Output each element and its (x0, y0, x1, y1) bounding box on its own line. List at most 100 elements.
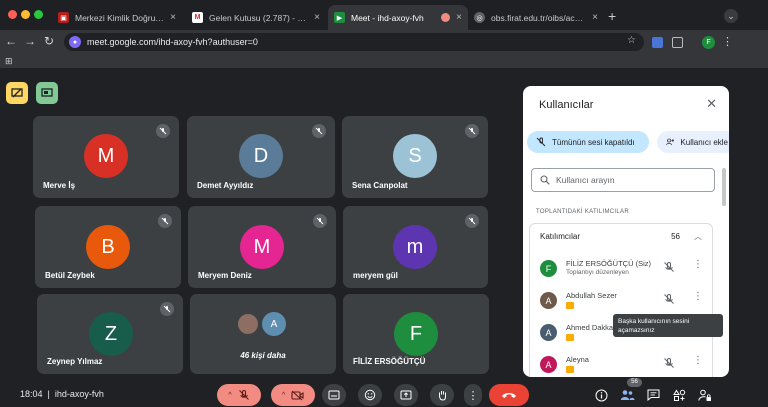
avatar: B (86, 225, 130, 269)
participant-tile[interactable]: M Meryem Deniz (188, 206, 336, 288)
tab-close-icon[interactable]: × (170, 12, 176, 23)
others-tile[interactable]: A 46 kişi daha (190, 294, 336, 374)
reactions-button[interactable] (358, 384, 382, 406)
chevron-up-icon[interactable]: ^ (282, 392, 285, 399)
list-item[interactable]: F FİLİZ ERSÖĞÜTÇÜ (Siz) Toplantıyı düzen… (530, 252, 712, 284)
separator: | (45, 389, 53, 399)
camera-toggle-button[interactable]: ^ (271, 384, 315, 406)
address-bar: ← → ↻ ● meet.google.com/ihd-axoy-fvh?aut… (0, 30, 768, 54)
participants-list: Katılımcılar 56 ︿ F FİLİZ ERSÖĞÜTÇÜ (Siz… (529, 223, 713, 377)
host-controls-button[interactable] (696, 386, 714, 404)
participant-tile[interactable]: D Demet Ayyıldız (187, 116, 335, 198)
more-vert-icon: ⋮ (467, 389, 479, 402)
tab-close-icon[interactable]: × (456, 12, 462, 23)
tab-gmail[interactable]: M Gelen Kutusu (2.787) - ferso × (186, 5, 326, 30)
others-count: 46 kişi daha (240, 351, 286, 360)
list-item[interactable]: A Abdullah Sezer ⋮ (530, 284, 712, 316)
tab-obs[interactable]: ◎ obs.firat.edu.tr/oibs/acd/inde × (468, 5, 604, 30)
more-options-button[interactable]: ⋮ (464, 384, 482, 406)
extension-translate-icon[interactable] (652, 37, 663, 48)
meeting-info-button[interactable] (592, 386, 610, 404)
participant-name: Ahmed Dakka (566, 323, 614, 332)
mic-off-icon[interactable] (663, 261, 675, 273)
raised-hand-badge-icon (566, 334, 574, 341)
participants-count-badge: 56 (627, 378, 642, 387)
tab-title: Merkezi Kimlik Doğrulama Se (75, 12, 164, 23)
participant-role: Toplantıyı düzenleyen (566, 269, 629, 276)
avatar: m (393, 225, 437, 269)
forward-arrow-icon[interactable]: → (22, 34, 38, 48)
lock-person-icon (698, 389, 711, 401)
meeting-time: 18:04 (20, 389, 43, 399)
list-label: Katılımcılar (540, 231, 581, 241)
more-options-icon[interactable]: ⋮ (693, 291, 703, 302)
layout-chip-icon[interactable] (36, 82, 58, 104)
leave-call-button[interactable] (489, 384, 529, 406)
tab-search-chevron-icon[interactable]: ⌄ (724, 9, 738, 23)
list-item[interactable]: A Aleyna ⋮ (530, 348, 712, 377)
reload-icon[interactable]: ↻ (41, 34, 57, 48)
mute-all-button[interactable]: Tümünün sesi kapatıldı (527, 131, 649, 153)
camera-off-icon (291, 390, 304, 400)
hang-up-icon (502, 393, 516, 398)
panel-scrollbar[interactable] (722, 168, 726, 206)
mic-toggle-button[interactable]: ^ (217, 384, 261, 406)
tab-title: Meet - ihd-axoy-fvh (351, 12, 424, 23)
meeting-clock: 18:04 | ihd-axoy-fvh (20, 389, 104, 399)
url-text[interactable]: meet.google.com/ihd-axoy-fvh?authuser=0 (87, 37, 258, 47)
search-input[interactable]: Kullanıcı arayın (531, 168, 715, 192)
chevron-up-icon[interactable]: ︿ (694, 231, 702, 242)
participant-tile[interactable]: S Sena Canpolat (342, 116, 488, 198)
more-options-icon[interactable]: ⋮ (693, 259, 703, 270)
profile-avatar[interactable]: F (702, 36, 715, 49)
chat-button[interactable] (644, 386, 662, 404)
people-icon (620, 390, 634, 400)
add-people-button[interactable]: Kullanıcı ekle (657, 131, 729, 153)
tab-close-icon[interactable]: × (592, 12, 598, 23)
omnibox[interactable]: ● meet.google.com/ihd-axoy-fvh?authuser=… (64, 33, 644, 51)
participants-list-header[interactable]: Katılımcılar 56 ︿ (530, 224, 712, 248)
chevron-up-icon[interactable]: ^ (228, 392, 231, 399)
activities-button[interactable] (670, 386, 688, 404)
avatar: M (240, 225, 284, 269)
back-arrow-icon[interactable]: ← (3, 34, 19, 48)
raise-hand-button[interactable] (430, 384, 454, 406)
emoji-icon (364, 389, 376, 401)
tab-title: Gelen Kutusu (2.787) - ferso (209, 12, 309, 23)
tab-bar: ▣ Merkezi Kimlik Doğrulama Se × M Gelen … (0, 0, 768, 30)
mic-off-icon (158, 214, 172, 228)
site-info-icon[interactable]: ● (69, 36, 81, 48)
participant-tile[interactable]: m meryem gül (343, 206, 488, 288)
self-tile[interactable]: F FİLİZ ERSÖĞÜTÇÜ (343, 294, 489, 374)
participant-tile[interactable]: B Betül Zeybek (35, 206, 181, 288)
more-options-icon[interactable]: ⋮ (693, 355, 703, 366)
extension-puzzle-icon[interactable] (672, 37, 683, 48)
presentation-chip-icon[interactable] (6, 82, 28, 104)
participant-name: FİLİZ ERSÖĞÜTÇÜ (353, 357, 426, 366)
gmail-favicon-icon: M (192, 12, 203, 23)
mic-off-icon[interactable] (663, 357, 675, 369)
people-button[interactable] (618, 386, 636, 404)
tooltip: Başka kullanıcının sesini açamazsınız (613, 314, 723, 337)
close-icon[interactable]: ✕ (706, 96, 717, 112)
browser-menu-icon[interactable]: ⋮ (722, 35, 733, 48)
mic-off-icon (465, 214, 479, 228)
new-tab-button[interactable]: + (608, 8, 616, 24)
mic-off-icon[interactable] (663, 293, 675, 305)
tab-title: obs.firat.edu.tr/oibs/acd/inde (491, 12, 586, 23)
participant-tile[interactable]: Z Zeynep Yılmaz (37, 294, 183, 374)
captions-button[interactable] (322, 384, 346, 406)
bookmark-star-icon[interactable]: ☆ (627, 35, 636, 46)
tab-meet[interactable]: ▶ Meet - ihd-axoy-fvh × (328, 5, 468, 30)
window-zoom-button[interactable] (34, 10, 43, 19)
window-minimize-button[interactable] (21, 10, 30, 19)
apps-grid-icon[interactable]: ⊞ (5, 56, 13, 67)
tab-close-icon[interactable]: × (314, 12, 320, 23)
participant-tile[interactable]: M Merve İş (33, 116, 179, 198)
present-button[interactable] (394, 384, 418, 406)
university-favicon-icon: ▣ (58, 12, 69, 23)
mic-off-icon (465, 124, 479, 138)
tab-kimlik[interactable]: ▣ Merkezi Kimlik Doğrulama Se × (52, 5, 182, 30)
bookmarks-bar: ⊞ (0, 54, 768, 68)
window-close-button[interactable] (8, 10, 17, 19)
